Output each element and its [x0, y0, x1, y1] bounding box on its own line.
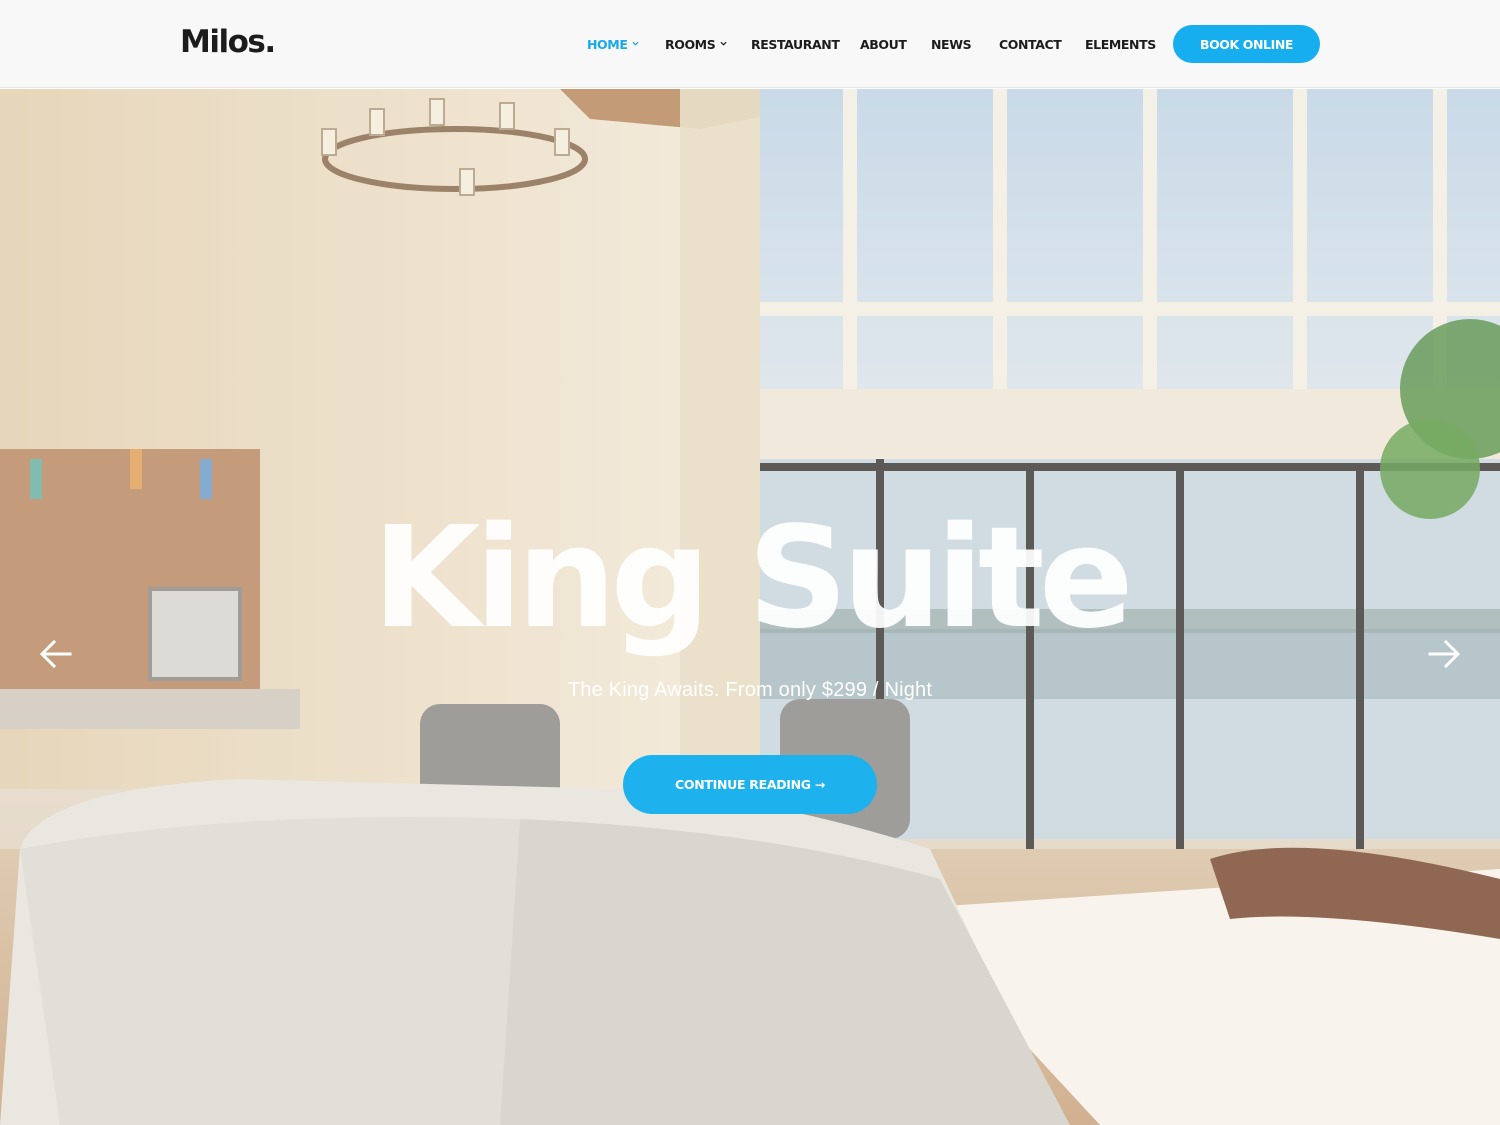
nav-item-rooms[interactable]: ROOMS	[665, 37, 727, 52]
chevron-down-icon	[720, 41, 727, 46]
nav-item-restaurant[interactable]: RESTAURANT	[751, 37, 840, 52]
hero-slider: King Suite The King Awaits. From only $2…	[0, 89, 1500, 1125]
site-header: Milos. HOME ROOMS RESTAURANT ABOUT NEWS …	[0, 0, 1500, 88]
nav-label: HOME	[587, 37, 628, 52]
book-online-button[interactable]: BOOK ONLINE	[1173, 25, 1320, 63]
nav-item-about[interactable]: ABOUT	[860, 37, 907, 52]
nav-label: ROOMS	[665, 37, 716, 52]
nav-item-home[interactable]: HOME	[587, 37, 640, 52]
continue-reading-button[interactable]: CONTINUE READING →	[623, 755, 877, 814]
nav-item-news[interactable]: NEWS	[931, 37, 972, 52]
chevron-down-icon	[632, 41, 640, 46]
nav-item-contact[interactable]: CONTACT	[999, 37, 1062, 52]
hero-title: King Suite	[372, 497, 1133, 660]
hero-subtitle: The King Awaits. From only $299 / Night	[567, 679, 933, 701]
nav-item-elements[interactable]: ELEMENTS	[1085, 37, 1156, 52]
